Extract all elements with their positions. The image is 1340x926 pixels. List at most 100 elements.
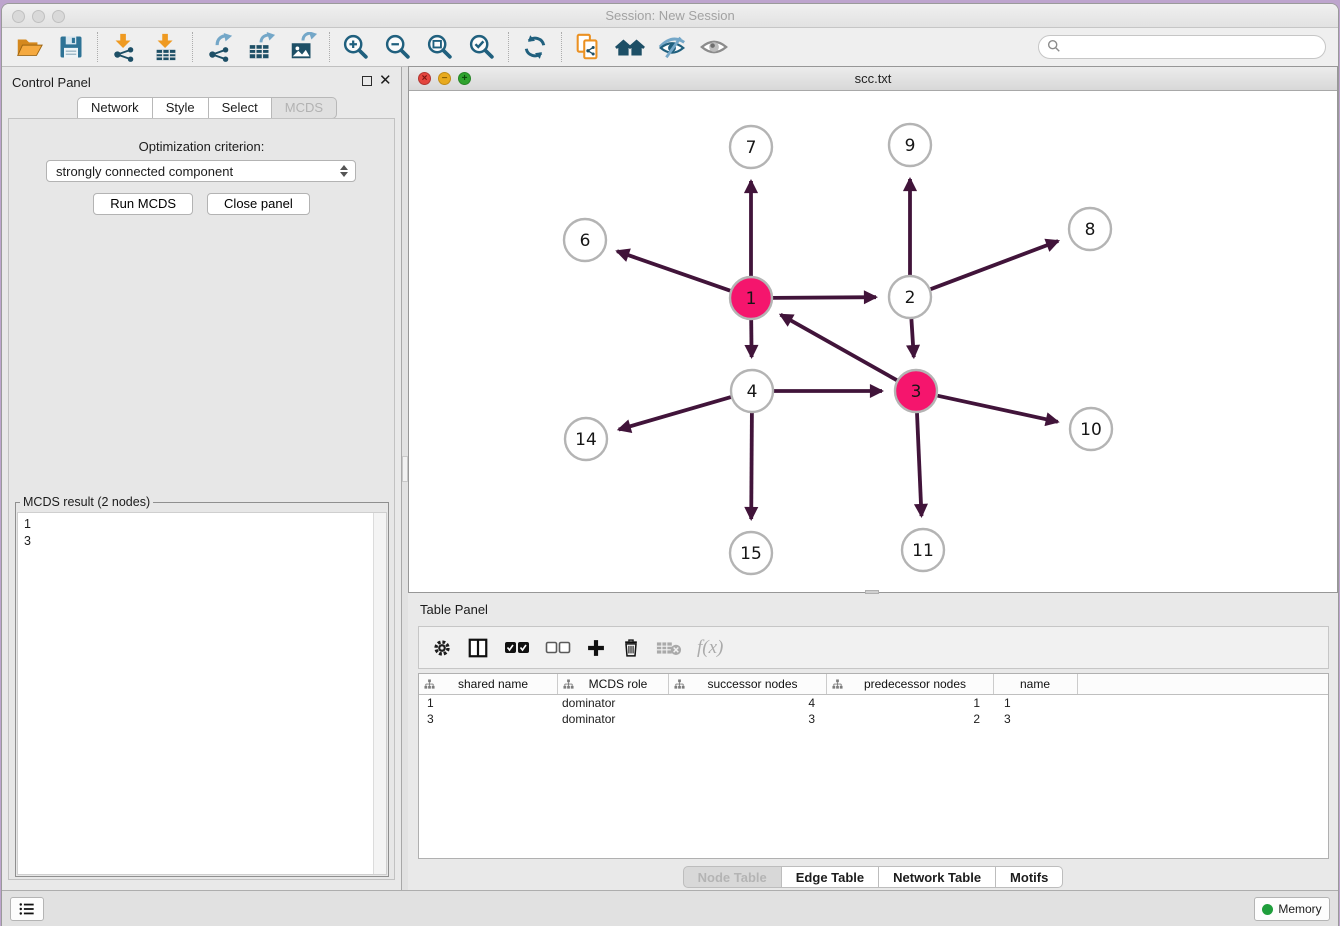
close-panel-button[interactable]: Close panel [207, 193, 310, 215]
table-options-gear-icon[interactable] [432, 638, 452, 658]
graph-node-11[interactable]: 11 [902, 529, 944, 571]
node-table[interactable]: shared name MCDS role successor nodes pr… [418, 673, 1329, 859]
table-panel-title: Table Panel [420, 602, 488, 617]
graph-node-8[interactable]: 8 [1069, 208, 1111, 250]
control-panel-title: Control Panel [12, 75, 91, 90]
graph-node-10[interactable]: 10 [1070, 408, 1112, 450]
open-folder-icon[interactable] [8, 30, 50, 64]
toolbar-separator [97, 32, 98, 62]
criterion-select-value: strongly connected component [56, 164, 233, 179]
graph-node-9[interactable]: 9 [889, 124, 931, 166]
mcds-result-box: 1 3 [17, 512, 387, 875]
graph-node-3[interactable]: 3 [895, 370, 937, 412]
tab-edge-table[interactable]: Edge Table [782, 866, 879, 888]
search-input[interactable] [1061, 37, 1325, 57]
first-neighbors-icon[interactable] [609, 30, 651, 64]
graph-node-7[interactable]: 7 [730, 126, 772, 168]
column-header-successor-nodes[interactable]: successor nodes [669, 674, 827, 694]
zoom-fit-icon[interactable] [419, 30, 461, 64]
search-field[interactable] [1038, 35, 1326, 59]
float-panel-icon[interactable] [362, 76, 372, 86]
zoom-selected-icon[interactable] [461, 30, 503, 64]
svg-text:7: 7 [746, 138, 757, 158]
graph-svg: 7 9 6 8 1 2 4 3 14 10 15 11 [409, 91, 1337, 592]
toolbar-separator [561, 32, 562, 62]
graph-edge-3-1[interactable] [781, 315, 897, 381]
import-table-icon[interactable] [145, 30, 187, 64]
criterion-select[interactable]: strongly connected component [46, 160, 356, 182]
search-icon [1047, 39, 1061, 56]
window-title: Session: New Session [2, 8, 1338, 23]
hide-columns-icon[interactable] [545, 641, 571, 655]
control-panel: Control Panel ✕ Network Style Select MCD… [2, 67, 402, 891]
graph-edge-1-6[interactable] [617, 251, 730, 291]
tab-mcds[interactable]: MCDS [272, 97, 337, 119]
control-panel-tabs: Network Style Select MCDS [77, 97, 337, 119]
import-network-icon[interactable] [103, 30, 145, 64]
network-window: × − + scc.txt 7968124314101511 [408, 66, 1338, 593]
hide-selected-icon[interactable] [651, 30, 693, 64]
column-header-mcds-role[interactable]: MCDS role [558, 674, 669, 694]
graph-edge-4-15[interactable] [751, 413, 752, 519]
svg-text:8: 8 [1085, 220, 1096, 240]
task-history-button[interactable] [10, 897, 44, 921]
column-tree-icon [563, 679, 574, 690]
svg-text:3: 3 [911, 382, 922, 402]
cell-predecessor-nodes: 2 [827, 712, 994, 726]
column-tree-icon [674, 679, 685, 690]
memory-button[interactable]: Memory [1254, 897, 1330, 921]
run-mcds-button[interactable]: Run MCDS [93, 193, 193, 215]
export-network-icon[interactable] [198, 30, 240, 64]
column-header-name[interactable]: name [994, 674, 1078, 694]
graph-node-1[interactable]: 1 [730, 277, 772, 319]
table-row[interactable]: 3 dominator 3 2 3 [419, 711, 1328, 727]
select-arrows-icon [340, 165, 348, 177]
close-panel-icon[interactable]: ✕ [379, 71, 392, 89]
table-panel: Table Panel ✕ f(x) [408, 596, 1338, 891]
graph-edge-1-2[interactable] [773, 297, 876, 298]
delete-table-icon [656, 639, 682, 657]
svg-text:14: 14 [575, 430, 597, 450]
graph-node-15[interactable]: 15 [730, 532, 772, 574]
show-all-icon[interactable] [693, 30, 735, 64]
column-header-predecessor-nodes[interactable]: predecessor nodes [827, 674, 994, 694]
split-table-view-icon[interactable] [467, 637, 489, 659]
graph-edge-3-11[interactable] [917, 413, 922, 516]
toolbar-separator [192, 32, 193, 62]
tab-style[interactable]: Style [153, 97, 209, 119]
status-bar: Memory [2, 890, 1338, 926]
cell-shared-name: 3 [419, 712, 558, 726]
table-row[interactable]: 1 dominator 4 1 1 [419, 695, 1328, 711]
graph-edge-3-10[interactable] [938, 396, 1058, 422]
mcds-result-lines: 1 3 [18, 513, 386, 550]
result-scrollbar[interactable] [373, 513, 386, 874]
table-panel-tabs: Node Table Edge Table Network Table Moti… [408, 866, 1338, 888]
graph-node-2[interactable]: 2 [889, 276, 931, 318]
graph-edge-2-8[interactable] [931, 241, 1059, 289]
new-network-from-selection-icon[interactable] [567, 30, 609, 64]
delete-rows-icon[interactable] [621, 638, 641, 658]
tab-network-table[interactable]: Network Table [879, 866, 996, 888]
cell-successor-nodes: 4 [669, 696, 827, 710]
graph-node-14[interactable]: 14 [565, 418, 607, 460]
tab-select[interactable]: Select [209, 97, 272, 119]
add-row-icon[interactable] [586, 638, 606, 658]
graph-node-4[interactable]: 4 [731, 370, 773, 412]
save-icon[interactable] [50, 30, 92, 64]
tab-network[interactable]: Network [77, 97, 153, 119]
tab-node-table[interactable]: Node Table [683, 866, 782, 888]
tab-motifs[interactable]: Motifs [996, 866, 1063, 888]
graph-edge-2-3[interactable] [911, 319, 913, 357]
refresh-network-icon[interactable] [514, 30, 556, 64]
zoom-out-icon[interactable] [377, 30, 419, 64]
column-header-shared-name[interactable]: shared name [419, 674, 558, 694]
cell-name: 1 [994, 696, 1078, 710]
graph-node-6[interactable]: 6 [564, 219, 606, 261]
zoom-in-icon[interactable] [335, 30, 377, 64]
network-canvas[interactable]: 7 9 6 8 1 2 4 3 14 10 15 11 [409, 91, 1337, 592]
network-resize-grip[interactable] [865, 590, 879, 594]
graph-edge-4-14[interactable] [619, 397, 731, 430]
export-table-icon[interactable] [240, 30, 282, 64]
show-columns-icon[interactable] [504, 641, 530, 655]
export-image-icon[interactable] [282, 30, 324, 64]
